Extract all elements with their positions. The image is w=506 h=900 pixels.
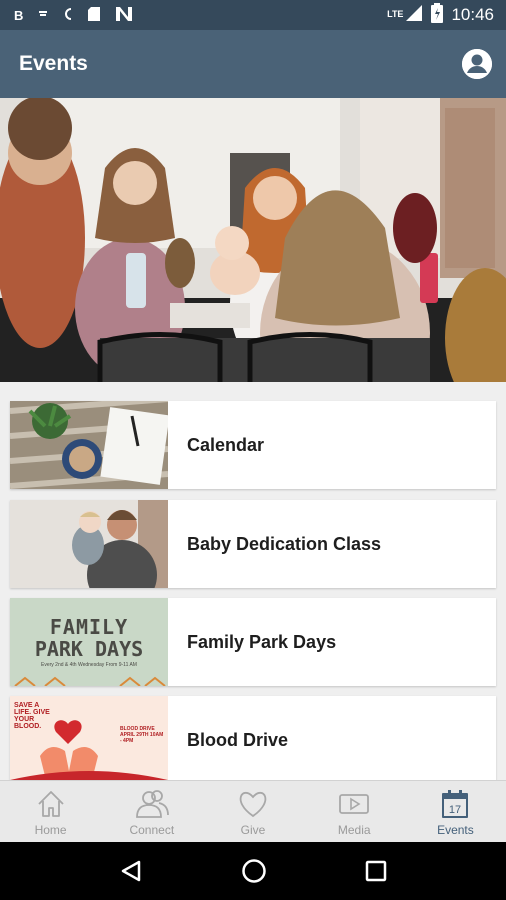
notification-b-icon: B — [14, 7, 24, 23]
play-icon — [339, 794, 370, 814]
tab-label: Give — [240, 823, 266, 837]
thumb-line2: PARK DAYS — [34, 636, 144, 661]
lte-label: LTE — [387, 8, 404, 19]
calendar-day: 17 — [449, 804, 461, 816]
tab-media[interactable]: Media — [304, 781, 405, 842]
clock-icon — [63, 7, 73, 24]
calendar-icon: 17 — [442, 790, 469, 818]
mountain-decoration — [14, 676, 166, 686]
page-title: Events — [19, 52, 88, 75]
baby-dedication-photo — [10, 500, 168, 588]
event-title: Blood Drive — [187, 729, 289, 750]
back-icon[interactable] — [119, 859, 143, 883]
hero-photo — [0, 98, 506, 382]
people-icon — [135, 790, 169, 818]
hero-image — [0, 98, 506, 382]
status-bar: B LTE 10:46 — [0, 0, 506, 30]
blood-drive-graphic: SAVE A LIFE. GIVE YOUR BLOOD. BLOOD DRIV… — [10, 696, 168, 780]
event-title: Family Park Days — [187, 631, 337, 652]
tab-label: Media — [337, 823, 371, 837]
status-notifications: B — [0, 6, 133, 25]
thumb-side: BLOOD DRIVE APRIL 29TH 10AM - 4PM — [120, 726, 164, 744]
status-time: 10:46 — [451, 5, 494, 24]
sd-card-icon — [87, 6, 101, 25]
event-card-family-park-days[interactable]: FAMILY PARK DAYS Every 2nd & 4th Wednesd… — [10, 598, 496, 686]
event-card-calendar[interactable]: Calendar — [10, 401, 496, 489]
tab-events[interactable]: 17 Events — [405, 781, 506, 842]
profile-button[interactable] — [462, 49, 492, 79]
system-nav-bar — [0, 842, 506, 900]
tab-home[interactable]: Home — [0, 781, 101, 842]
tab-label: Connect — [129, 823, 175, 837]
event-list: Calendar Baby Dedication Class FAMILY PA… — [0, 382, 506, 780]
signal-icon — [405, 4, 423, 27]
event-card-blood-drive[interactable]: SAVE A LIFE. GIVE YOUR BLOOD. BLOOD DRIV… — [10, 696, 496, 780]
home-icon — [37, 791, 64, 817]
tab-label: Home — [34, 823, 67, 837]
event-card-baby-dedication-class[interactable]: Baby Dedication Class — [10, 500, 496, 588]
battery-icon — [431, 2, 444, 28]
tab-connect[interactable]: Connect — [101, 781, 202, 842]
thumb-line3: Every 2nd & 4th Wednesday From 9-11 AM — [41, 661, 137, 668]
app-bar: Events — [0, 30, 506, 98]
bottom-tab-bar: Home Connect Give Media 17 Events — [0, 780, 506, 842]
account-circle-icon — [462, 49, 492, 79]
tab-label: Events — [437, 823, 474, 837]
family-park-days-graphic: FAMILY PARK DAYS Every 2nd & 4th Wednesd… — [10, 598, 168, 686]
n-logo-icon — [115, 6, 133, 25]
event-title: Calendar — [187, 434, 265, 455]
recents-icon[interactable] — [365, 860, 387, 882]
home-circle-icon[interactable] — [241, 858, 267, 884]
heart-icon — [239, 791, 267, 818]
tab-give[interactable]: Give — [202, 781, 303, 842]
calendar-photo — [10, 401, 168, 489]
status-system: LTE 10:46 — [387, 2, 506, 28]
download-icon — [37, 8, 49, 23]
event-title: Baby Dedication Class — [187, 533, 382, 554]
thumb-line1: FAMILY — [49, 614, 129, 639]
